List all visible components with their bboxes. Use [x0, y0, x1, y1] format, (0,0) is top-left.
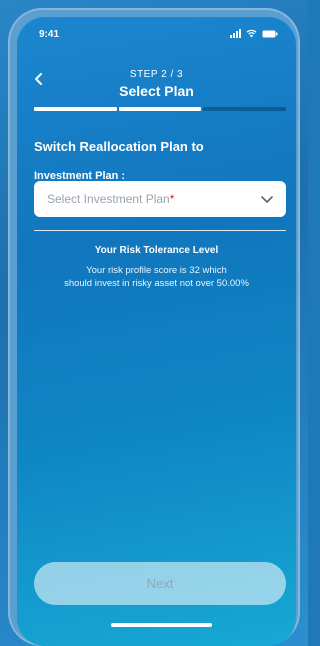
status-bar: 9:41	[17, 17, 296, 47]
progress-segment-3	[203, 107, 287, 111]
section-title: Switch Reallocation Plan to	[34, 139, 204, 154]
progress-segment-1	[34, 107, 117, 111]
battery-icon	[262, 30, 278, 38]
progress-segment-2	[118, 107, 202, 111]
app-stage: 9:41 STEP 2 / 3 Select Plan Switch Reall…	[0, 0, 308, 646]
divider	[34, 230, 286, 231]
status-time: 9:41	[39, 29, 60, 40]
risk-text-line-2: should invest in risky asset not over 50…	[64, 278, 249, 289]
step-progress-bar	[34, 107, 287, 111]
phone-screen: 9:41 STEP 2 / 3 Select Plan Switch Reall…	[17, 17, 296, 646]
risk-text-line-1: Your risk profile score is 32 which	[86, 265, 227, 276]
page-title: Select Plan	[119, 83, 194, 99]
risk-tolerance-description: Your risk profile score is 32 which shou…	[37, 264, 276, 290]
next-button[interactable]: Next	[34, 562, 286, 605]
required-mark: *	[169, 192, 175, 206]
select-placeholder: Select Investment Plan	[47, 192, 170, 206]
status-icons	[230, 29, 278, 38]
wifi-icon	[246, 29, 257, 38]
step-indicator: STEP 2 / 3	[129, 69, 184, 80]
investment-plan-select[interactable]: Select Investment Plan *	[34, 181, 286, 217]
signal-icon	[230, 29, 241, 38]
chevron-down-icon	[261, 196, 273, 203]
risk-tolerance-title: Your Risk Tolerance Level	[94, 245, 219, 256]
header: STEP 2 / 3 Select Plan	[17, 47, 296, 109]
home-indicator	[111, 623, 212, 627]
